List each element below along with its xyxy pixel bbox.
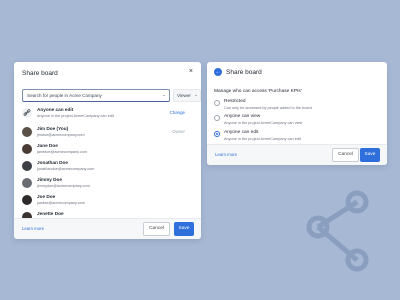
access-prompt: Manage who can access 'Purchase KPIs'	[214, 89, 302, 94]
row-name: Anyone can edit	[37, 107, 74, 112]
member-row: Joe Doe joedoe@acmecompany.com	[22, 193, 193, 208]
radio-button-selected[interactable]	[214, 131, 220, 137]
dialog-footer: Learn more Cancel Save	[207, 144, 387, 165]
change-link[interactable]: Change	[170, 110, 185, 115]
radio-button[interactable]	[214, 100, 220, 106]
member-name: Jane Doe	[37, 143, 58, 148]
member-email: jimmydoe@acmecompany.com	[37, 184, 90, 188]
member-row: Jonathan Doe jonathandoe@acmecompany.com	[22, 159, 193, 174]
member-name: Jim Doe (You)	[37, 126, 69, 131]
option-restricted[interactable]: Restricted Can only be accessed by peopl…	[214, 99, 379, 115]
member-row: Jane Doe janedoe@acmecompany.com	[22, 142, 193, 157]
close-icon[interactable]: ×	[189, 68, 193, 75]
cancel-button[interactable]: Cancel	[143, 222, 170, 236]
avatar	[22, 161, 32, 171]
member-email: jonathandoe@acmecompany.com	[37, 167, 95, 171]
share-icon	[306, 190, 369, 272]
option-title: Restricted	[224, 99, 246, 104]
option-title: Anyone can edit	[224, 130, 259, 135]
learn-more-link[interactable]: Learn more	[22, 226, 44, 231]
member-row: Jimmy Doe jimmydoe@acmecompany.com	[22, 176, 193, 191]
chevron-down-icon: ⌄	[194, 92, 198, 97]
avatar	[22, 144, 32, 154]
back-arrow-icon[interactable]: ←	[214, 68, 222, 76]
role-label: Owner	[172, 129, 185, 134]
option-sub: Anyone in the project AcmeCompany can vi…	[224, 121, 303, 125]
member-name: Jonathan Doe	[37, 160, 68, 165]
option-sub: Can only be accessed by people added to …	[224, 106, 312, 110]
member-email: janedoe@acmecompany.com	[37, 150, 88, 154]
link-icon	[22, 108, 32, 118]
option-sub: Anyone in the project AcmeCompany can ed…	[224, 137, 301, 141]
avatar	[22, 195, 32, 205]
save-button[interactable]: Save	[174, 222, 194, 236]
dialog-footer: Learn more Cancel Save	[14, 218, 201, 239]
cancel-button[interactable]: Cancel	[332, 148, 359, 162]
radio-button[interactable]	[214, 115, 220, 121]
member-name: Joe Doe	[37, 194, 56, 199]
member-name: Jenette Doe	[37, 211, 64, 216]
member-email: jimdoe@acmecompany.com	[37, 133, 85, 137]
option-anyone-view[interactable]: Anyone can view Anyone in the project Ac…	[214, 114, 379, 130]
learn-more-link[interactable]: Learn more	[215, 152, 237, 157]
share-board-dialog: Share board × Search for people in Acme …	[14, 62, 201, 239]
row-sub: Anyone in the project AcmeCompany can ed…	[37, 114, 114, 118]
link-access-row: Anyone can edit Anyone in the project Ac…	[22, 106, 193, 121]
role-select[interactable]: Viewer ⌄	[173, 89, 201, 102]
member-row: Jim Doe (You) jimdoe@acmecompany.com Own…	[22, 125, 193, 140]
member-email: joedoe@acmecompany.com	[37, 201, 85, 205]
avatar	[22, 127, 32, 137]
save-button[interactable]: Save	[360, 148, 380, 162]
search-placeholder: Search for people in Acme Company	[27, 93, 102, 98]
dialog-title: Share board	[22, 70, 58, 77]
member-name: Jimmy Doe	[37, 177, 63, 182]
chevron-down-icon: ⌄	[162, 92, 166, 97]
dialog-title: Share board	[226, 69, 262, 76]
option-title: Anyone can view	[224, 114, 261, 119]
search-input[interactable]: Search for people in Acme Company ⌄	[22, 89, 170, 102]
role-select-value: Viewer	[177, 93, 191, 98]
general-access-dialog: ← Share board Manage who can access 'Pur…	[207, 62, 387, 165]
avatar	[22, 178, 32, 188]
